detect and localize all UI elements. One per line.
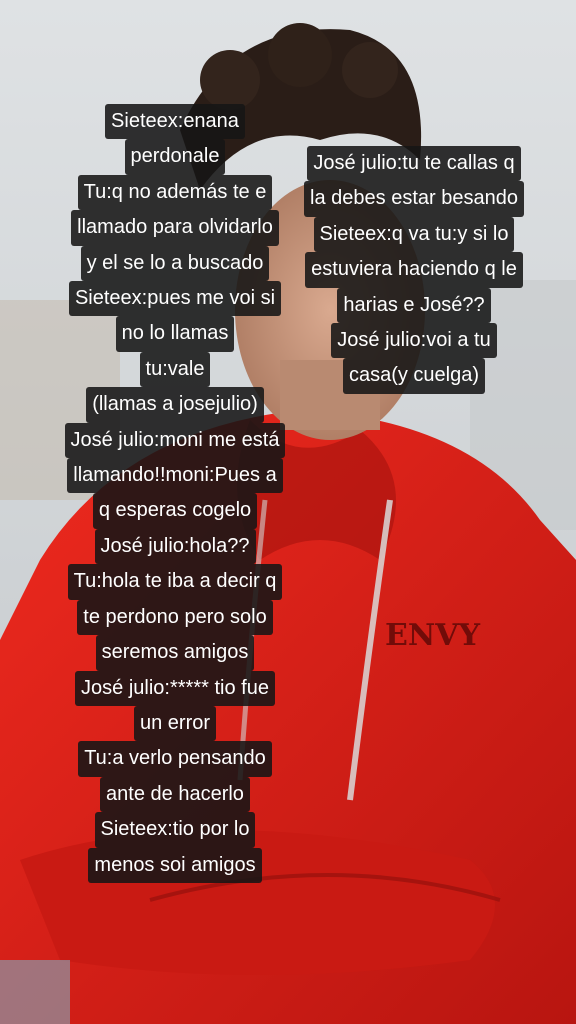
- caption-line: José julio:moni me está: [64, 422, 286, 459]
- caption-line: tu:vale: [139, 351, 211, 388]
- caption-line: Tu:a verlo pensando: [78, 741, 272, 777]
- caption-line: Sieteex:enana: [105, 104, 245, 140]
- caption-line: menos soi amigos: [88, 847, 262, 883]
- caption-left: Sieteex:enana perdonale Tu:q no además t…: [40, 104, 310, 883]
- caption-line: llamando!!moni:Pues a: [67, 458, 283, 494]
- caption-line: (llamas a josejulio): [86, 387, 264, 423]
- caption-line: casa(y cuelga): [342, 358, 486, 394]
- caption-line: José julio:tu te callas q: [307, 146, 521, 182]
- hoodie-print: ENVY: [385, 618, 481, 653]
- caption-line: seremos amigos: [95, 635, 255, 671]
- caption-right: José julio:tu te callas q la debes estar…: [286, 146, 542, 394]
- caption-line: estuviera haciendo q le: [305, 252, 523, 288]
- caption-line: ante de hacerlo: [100, 776, 250, 813]
- caption-line: Sieteex:pues me voi si: [68, 281, 282, 317]
- caption-line: q esperas cogelo: [92, 493, 258, 529]
- caption-line: Sieteex:q va tu:y si lo: [313, 216, 515, 253]
- caption-line: harias e José??: [337, 287, 491, 324]
- caption-line: no lo llamas: [115, 316, 235, 352]
- caption-line: José julio:voi a tu: [331, 323, 497, 359]
- caption-line: Tu:hola te iba a decir q: [67, 564, 283, 600]
- caption-line: te perdono pero solo: [77, 599, 273, 636]
- caption-line: un error: [133, 705, 217, 742]
- caption-line: la debes estar besando: [304, 181, 524, 217]
- caption-line: Tu:q no además te e: [77, 174, 273, 211]
- caption-line: José julio:hola??: [94, 528, 256, 565]
- caption-line: perdonale: [124, 139, 226, 175]
- caption-line: José julio:***** tio fue: [75, 670, 275, 706]
- caption-line: y el se lo a buscado: [80, 245, 270, 282]
- caption-line: Sieteex:tio por lo: [94, 812, 256, 848]
- caption-line: llamado para olvidarlo: [71, 210, 279, 246]
